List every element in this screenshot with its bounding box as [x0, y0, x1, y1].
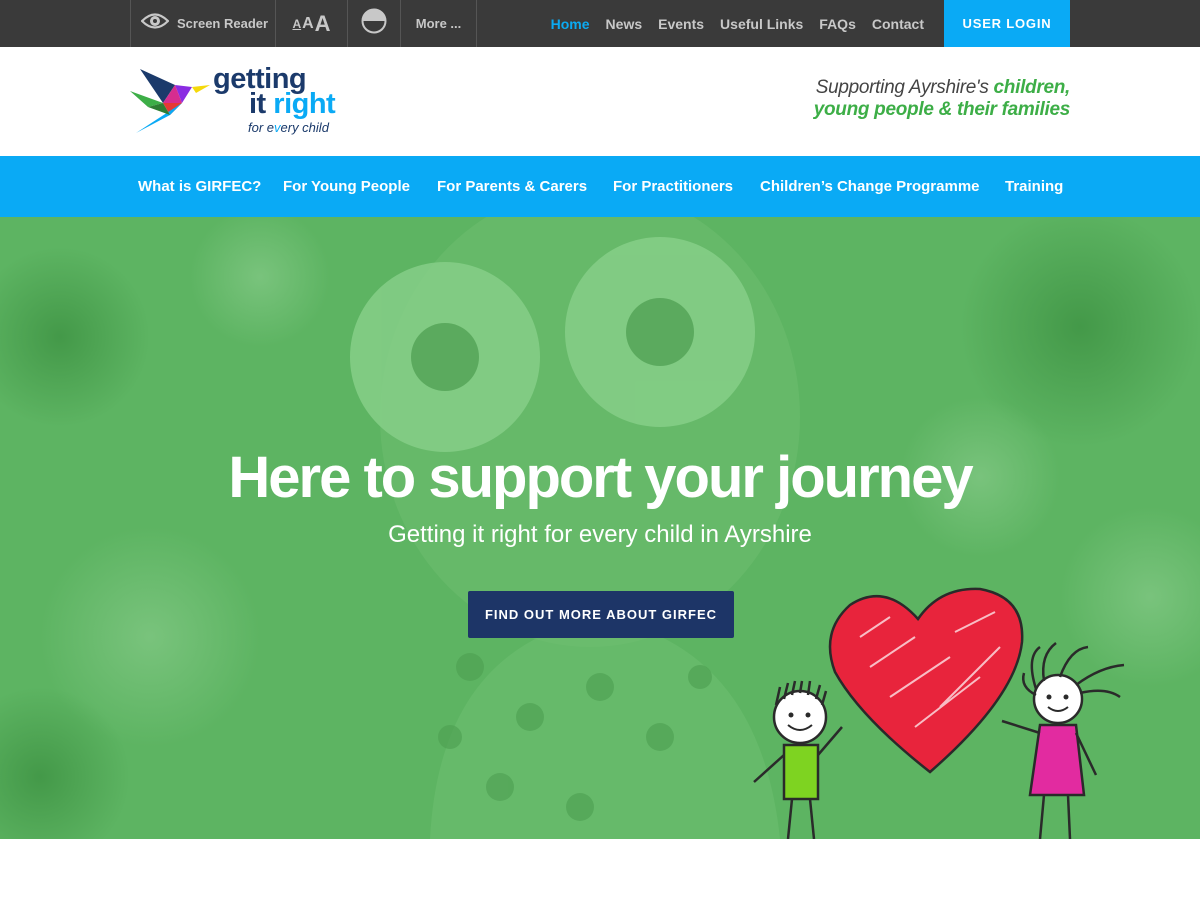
topnav-home[interactable]: Home — [551, 16, 590, 32]
text-size-medium[interactable]: A — [302, 15, 314, 33]
topnav-useful-links[interactable]: Useful Links — [720, 16, 803, 32]
boy-illustration — [753, 680, 843, 839]
contrast-button[interactable] — [347, 0, 400, 47]
logo-text-it: it — [249, 88, 266, 120]
more-button[interactable]: More ... — [400, 0, 477, 47]
text-size-button[interactable]: A A A — [275, 0, 347, 47]
children-heart-illustration — [753, 587, 1125, 839]
top-nav: Home News Events Useful Links FAQs Conta… — [535, 0, 924, 47]
top-utility-bar: Screen Reader A A A More ... Home News E… — [0, 0, 1200, 47]
hero-subtitle: Getting it right for every child in Ayrs… — [388, 521, 812, 548]
logo-text-ery-child: ery child — [280, 120, 329, 135]
text-size-large[interactable]: A — [315, 11, 331, 37]
site-logo[interactable]: getting it right for every child — [130, 63, 360, 141]
screen-reader-label: Screen Reader — [177, 16, 269, 31]
logo-text-for-e: for e — [248, 120, 275, 135]
heart-illustration — [828, 587, 1024, 774]
eye-icon — [140, 12, 170, 35]
site-header: getting it right for every child Support… — [0, 47, 1200, 156]
mainnav-training[interactable]: Training — [1005, 156, 1063, 217]
logo-bird-icon — [130, 63, 214, 140]
logo-text-line2: it right — [249, 88, 336, 120]
tagline-part3: young people & their families — [813, 99, 1071, 120]
more-label: More ... — [415, 16, 462, 31]
content-area — [0, 839, 1200, 900]
girl-illustration — [1001, 642, 1125, 839]
contrast-icon — [361, 8, 387, 39]
mainnav-change-programme[interactable]: Children’s Change Programme — [760, 156, 980, 217]
topnav-faqs[interactable]: FAQs — [819, 16, 856, 32]
topnav-news[interactable]: News — [606, 16, 643, 32]
text-size-small[interactable]: A — [292, 17, 301, 31]
logo-text-right: right — [273, 88, 336, 120]
site-tagline: Supporting Ayrshire's children, young pe… — [690, 77, 1071, 121]
main-nav: What is GIRFEC? For Young People For Par… — [0, 156, 1200, 217]
mainnav-young-people[interactable]: For Young People — [283, 156, 410, 217]
hero-banner: Here to support your journey Getting it … — [0, 217, 1200, 839]
screen-reader-button[interactable]: Screen Reader — [130, 0, 275, 47]
mainnav-parents-carers[interactable]: For Parents & Carers — [437, 156, 587, 217]
mainnav-practitioners[interactable]: For Practitioners — [613, 156, 733, 217]
tagline-part2: children, — [993, 77, 1071, 98]
logo-text-line3: for every child — [248, 120, 329, 135]
tagline-part1: Supporting Ayrshire's — [815, 77, 989, 98]
mainnav-what-is-girfec[interactable]: What is GIRFEC? — [138, 156, 261, 217]
topnav-contact[interactable]: Contact — [872, 16, 924, 32]
find-out-more-button[interactable]: FIND OUT MORE ABOUT GIRFEC — [468, 591, 734, 638]
hero-title: Here to support your journey — [228, 445, 973, 510]
user-login-button[interactable]: USER LOGIN — [944, 0, 1070, 47]
topnav-events[interactable]: Events — [658, 16, 704, 32]
